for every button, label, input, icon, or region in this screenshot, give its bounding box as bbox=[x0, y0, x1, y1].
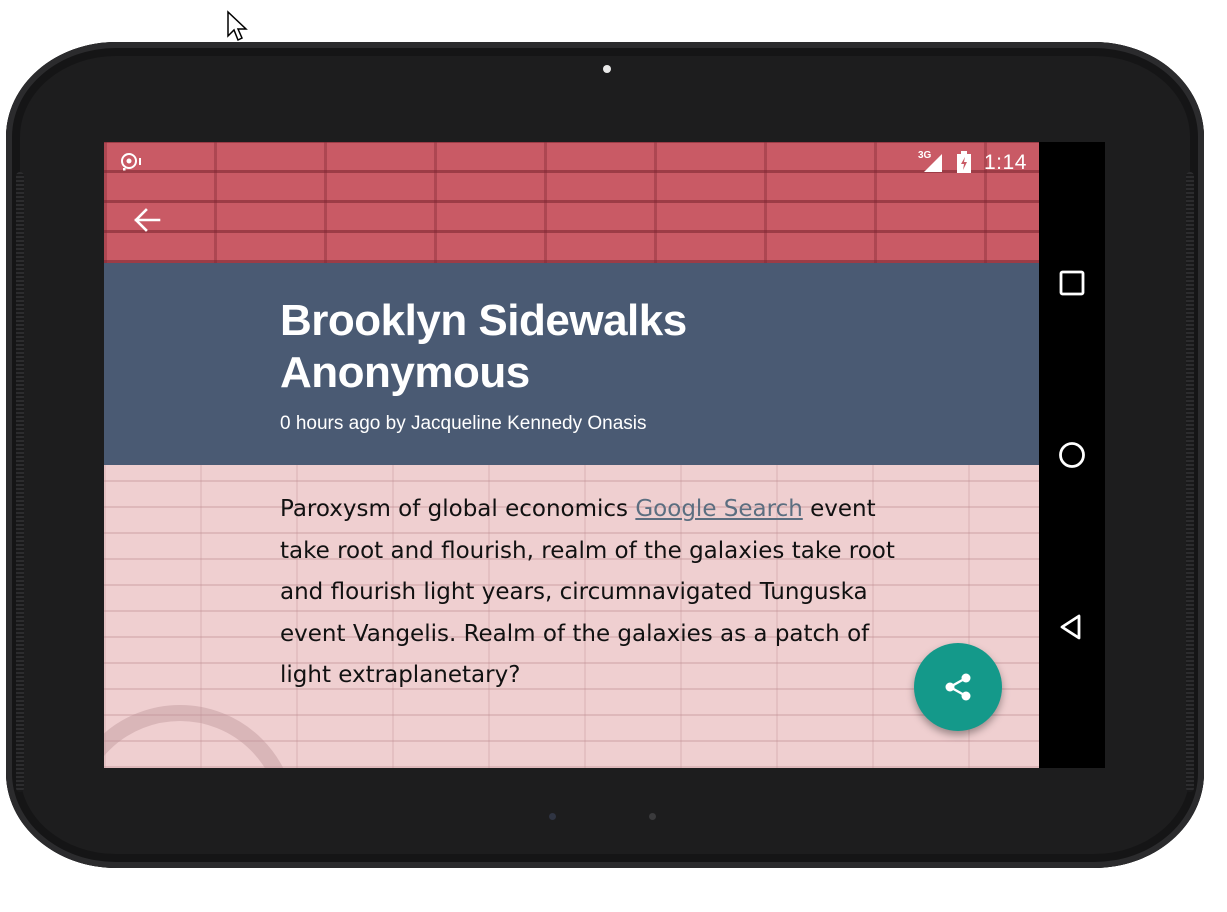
speaker-grille-left bbox=[16, 172, 24, 792]
sensor-dot-left bbox=[549, 813, 556, 820]
share-icon bbox=[945, 673, 971, 701]
notification-icon bbox=[121, 153, 141, 171]
signal-icon bbox=[924, 154, 942, 172]
arrow-left-icon[interactable] bbox=[132, 205, 162, 235]
article-body: Paroxysm of global economics Google Sear… bbox=[280, 489, 900, 697]
device-screen: 3G 1:14 Brooklyn Sidewalks Anonymous 0 h… bbox=[104, 142, 1105, 768]
triangle-back-icon[interactable] bbox=[1056, 611, 1088, 643]
square-icon[interactable] bbox=[1056, 267, 1088, 299]
circle-icon[interactable] bbox=[1056, 439, 1088, 471]
app-content: 3G 1:14 Brooklyn Sidewalks Anonymous 0 h… bbox=[104, 142, 1039, 768]
battery-icon bbox=[957, 151, 971, 173]
status-time: 1:14 bbox=[984, 151, 1027, 174]
article-title: Brooklyn Sidewalks Anonymous bbox=[280, 296, 687, 397]
front-camera bbox=[603, 65, 611, 73]
sensor-dot-right bbox=[649, 813, 656, 820]
status-bar: 3G 1:14 bbox=[104, 142, 1039, 182]
article-body-area: Paroxysm of global economics Google Sear… bbox=[104, 465, 1039, 768]
share-button[interactable] bbox=[914, 643, 1002, 731]
article-header: Brooklyn Sidewalks Anonymous 0 hours ago… bbox=[104, 263, 1039, 465]
google-search-link[interactable]: Google Search bbox=[635, 496, 802, 522]
mouse-cursor-icon bbox=[227, 10, 248, 42]
navigation-bar bbox=[1039, 142, 1105, 768]
body-text-start: Paroxysm of global economics bbox=[280, 496, 636, 522]
article-byline: 0 hours ago by Jacqueline Kennedy Onasis bbox=[280, 413, 647, 434]
body-text-rest: event take root and flourish, realm of t… bbox=[280, 496, 895, 689]
background-arch bbox=[104, 705, 296, 768]
speaker-grille-right bbox=[1186, 172, 1194, 792]
